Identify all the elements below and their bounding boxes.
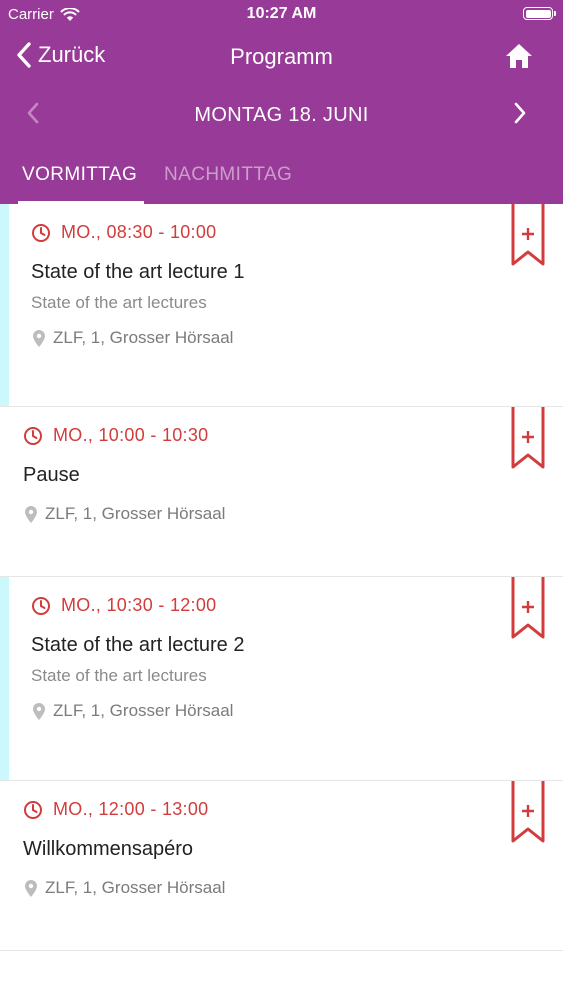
session-title: Pause	[23, 464, 80, 486]
session-location-row: ZLF, 1, Grosser Hörsaal	[25, 878, 225, 898]
session-card[interactable]: MO., 12:00 - 13:00 Willkommensapéro ZLF,…	[0, 781, 563, 951]
location-pin-icon	[25, 505, 37, 523]
session-card[interactable]: MO., 10:00 - 10:30 Pause ZLF, 1, Grosser…	[0, 407, 563, 577]
session-location: ZLF, 1, Grosser Hörsaal	[45, 504, 226, 523]
session-time: MO., 12:00 - 13:00	[53, 799, 209, 819]
location-pin-icon	[33, 329, 45, 347]
back-button[interactable]: Zurück	[16, 42, 105, 68]
navigation-bar: Zurück Programm	[0, 30, 563, 86]
tab-vormittag[interactable]: VORMITTAG	[22, 164, 137, 186]
session-time: MO., 08:30 - 10:00	[61, 222, 217, 242]
session-list: MO., 08:30 - 10:00 State of the art lect…	[0, 204, 563, 951]
tab-nachmittag[interactable]: NACHMITTAG	[164, 164, 292, 186]
add-bookmark-button[interactable]	[511, 781, 545, 848]
session-location: ZLF, 1, Grosser Hörsaal	[53, 328, 234, 347]
session-time: MO., 10:30 - 12:00	[61, 595, 217, 615]
add-bookmark-button[interactable]	[511, 577, 545, 644]
app-header: Carrier 10:27 AM Zurück Programm MONTAG …	[0, 0, 563, 204]
status-bar: Carrier 10:27 AM	[0, 0, 563, 30]
session-title: Willkommensapéro	[23, 838, 194, 860]
add-bookmark-button[interactable]	[511, 204, 545, 271]
session-subtitle: State of the art lectures	[31, 293, 207, 312]
bookmark-plus-icon	[511, 781, 545, 843]
session-time-row: MO., 08:30 - 10:00	[31, 222, 216, 243]
session-title: State of the art lecture 1	[31, 261, 245, 283]
clock-icon	[32, 596, 50, 615]
bookmark-plus-icon	[511, 204, 545, 266]
clock-icon	[32, 223, 50, 242]
clock-icon	[24, 426, 42, 445]
session-time: MO., 10:00 - 10:30	[53, 425, 209, 445]
back-label: Zurück	[38, 42, 106, 67]
home-icon	[506, 44, 532, 68]
session-card[interactable]: MO., 08:30 - 10:00 State of the art lect…	[0, 204, 563, 407]
add-bookmark-button[interactable]	[511, 407, 545, 474]
chevron-right-icon	[514, 102, 526, 124]
chevron-left-icon	[17, 42, 31, 68]
session-location: ZLF, 1, Grosser Hörsaal	[53, 701, 234, 720]
session-location: ZLF, 1, Grosser Hörsaal	[45, 878, 226, 897]
day-label: MONTAG 18. JUNI	[194, 104, 369, 126]
session-time-row: MO., 12:00 - 13:00	[23, 799, 208, 820]
tab-bar: VORMITTAG NACHMITTAG	[0, 148, 563, 204]
bookmark-plus-icon	[511, 577, 545, 639]
session-title: State of the art lecture 2	[31, 634, 245, 656]
bookmark-plus-icon	[511, 407, 545, 469]
location-pin-icon	[25, 879, 37, 897]
location-pin-icon	[33, 702, 45, 720]
session-time-row: MO., 10:30 - 12:00	[31, 595, 216, 616]
session-subtitle: State of the art lectures	[31, 666, 207, 685]
session-location-row: ZLF, 1, Grosser Hörsaal	[33, 328, 233, 348]
battery-icon	[523, 7, 556, 20]
home-button[interactable]	[505, 43, 533, 74]
session-location-row: ZLF, 1, Grosser Hörsaal	[33, 701, 233, 721]
session-location-row: ZLF, 1, Grosser Hörsaal	[25, 504, 225, 524]
clock-icon	[24, 800, 42, 819]
session-card[interactable]: MO., 10:30 - 12:00 State of the art lect…	[0, 577, 563, 781]
next-day-button[interactable]	[513, 102, 527, 129]
day-selector: MONTAG 18. JUNI	[0, 86, 563, 144]
status-time: 10:27 AM	[246, 5, 317, 22]
session-time-row: MO., 10:00 - 10:30	[23, 425, 208, 446]
